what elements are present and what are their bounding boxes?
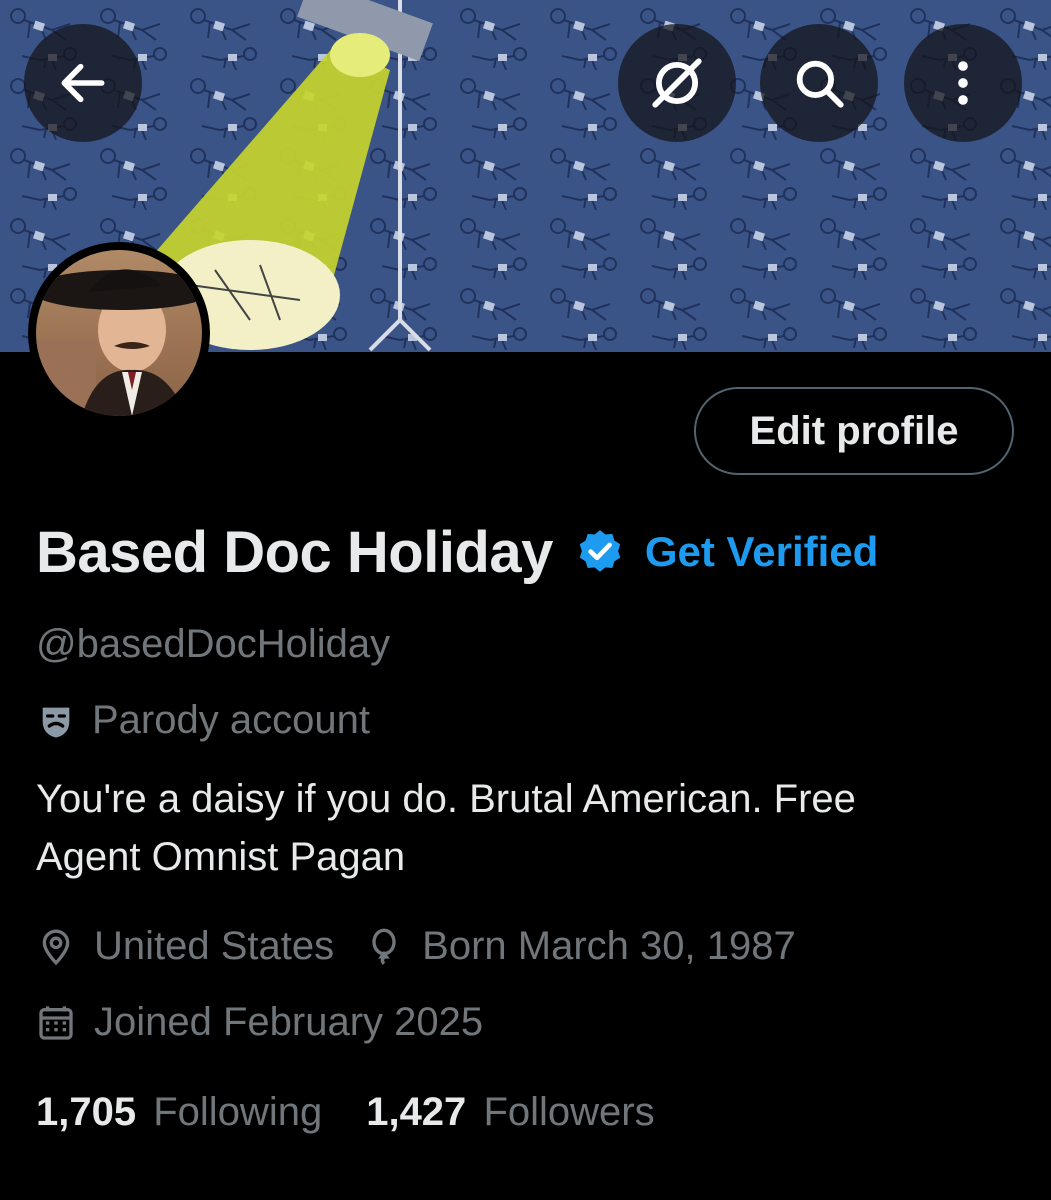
birthday-item: Born March 30, 1987 xyxy=(364,924,796,969)
followers-link[interactable]: 1,427 Followers xyxy=(366,1090,654,1135)
profile-name-row: Based Doc Holiday Get Verified xyxy=(36,516,878,588)
avatar-image xyxy=(36,250,202,416)
following-label: Following xyxy=(153,1090,323,1134)
edit-profile-button[interactable]: Edit profile xyxy=(694,387,1014,475)
following-link[interactable]: 1,705 Following xyxy=(36,1090,322,1135)
profile-handle: @basedDocHoliday xyxy=(36,622,391,666)
follow-stats: 1,705 Following 1,427 Followers xyxy=(36,1090,699,1135)
display-name: Based Doc Holiday xyxy=(36,519,553,585)
location-item: United States xyxy=(36,924,334,969)
followers-label: Followers xyxy=(483,1090,655,1134)
bio-line-2: Agent Omnist Pagan xyxy=(36,835,406,879)
profile-meta-row-1: United States Born March 30, 1987 xyxy=(36,924,826,969)
avatar[interactable] xyxy=(28,242,210,424)
search-icon xyxy=(796,60,844,108)
balloon-icon xyxy=(372,928,396,965)
birthday-text: Born March 30, 1987 xyxy=(422,924,796,968)
more-button[interactable] xyxy=(904,24,1022,142)
location-pin-icon xyxy=(42,929,70,965)
profile-bio: You're a daisy if you do. Brutal America… xyxy=(36,770,996,886)
profile-meta-row-2: Joined February 2025 xyxy=(36,1000,513,1045)
verified-badge-icon xyxy=(579,530,621,572)
grok-button[interactable] xyxy=(618,24,736,142)
bio-line-1: You're a daisy if you do. Brutal America… xyxy=(36,777,856,821)
grok-icon xyxy=(652,58,702,108)
joined-text: Joined February 2025 xyxy=(94,1000,484,1044)
theater-mask-icon xyxy=(42,707,70,738)
parody-label[interactable]: Parody account xyxy=(36,698,370,743)
get-verified-link[interactable]: Get Verified xyxy=(645,528,878,576)
more-vertical-icon xyxy=(958,61,968,105)
following-count: 1,705 xyxy=(36,1090,137,1134)
location-text: United States xyxy=(94,924,335,968)
calendar-icon xyxy=(39,1005,73,1040)
back-button[interactable] xyxy=(24,24,142,142)
arrow-left-icon xyxy=(61,63,105,103)
joined-item: Joined February 2025 xyxy=(36,1000,483,1045)
search-button[interactable] xyxy=(760,24,878,142)
followers-count: 1,427 xyxy=(366,1090,467,1134)
parody-text: Parody account xyxy=(92,698,370,742)
